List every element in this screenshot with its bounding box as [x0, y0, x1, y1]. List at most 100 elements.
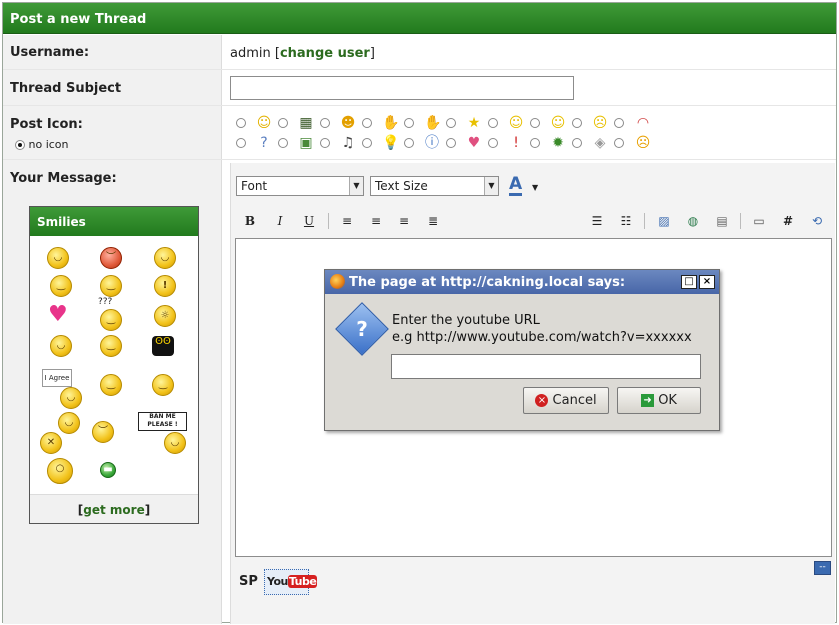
- insert-image-icon[interactable]: ▨: [655, 212, 673, 230]
- ordered-list-icon[interactable]: ☰: [588, 212, 606, 230]
- heart-icon[interactable]: ♥: [466, 135, 482, 151]
- paper-smiley-icon[interactable]: ︶: [92, 421, 114, 443]
- ok-button[interactable]: ➜ OK: [617, 387, 701, 414]
- post-icon-radio[interactable]: [236, 118, 246, 128]
- sad-icon[interactable]: ☹: [592, 115, 608, 131]
- exclamation-icon[interactable]: !: [508, 135, 524, 151]
- happy-smiley-icon[interactable]: ◡: [50, 335, 72, 357]
- tongue-smiley-icon[interactable]: ☻: [340, 115, 356, 131]
- writing-smiley-icon[interactable]: ‿: [152, 374, 174, 396]
- post-icon-radio[interactable]: [572, 138, 582, 148]
- angry-smiley-icon[interactable]: ︶: [100, 247, 122, 269]
- heart-smiley-icon[interactable]: ♥: [48, 302, 68, 327]
- question-icon[interactable]: ?: [256, 135, 272, 151]
- thumbs-down-icon[interactable]: ✋: [424, 115, 441, 131]
- text-color-icon[interactable]: A: [509, 176, 523, 196]
- post-icon-radio[interactable]: [614, 138, 624, 148]
- justify-icon[interactable]: ≣: [424, 212, 442, 230]
- get-more-footer: [get more]: [30, 494, 198, 523]
- angel-smiley-icon[interactable]: ◡: [47, 247, 69, 269]
- cool-smiley-icon[interactable]: ‿: [100, 275, 122, 297]
- youtube-logo-tube: Tube: [287, 575, 318, 588]
- close-button[interactable]: ×: [699, 275, 715, 289]
- hammer-smiley-icon[interactable]: ◡: [58, 412, 80, 434]
- picture-icon[interactable]: ▣: [298, 135, 314, 151]
- unordered-list-icon[interactable]: ☷: [617, 212, 635, 230]
- code-hash-button[interactable]: #: [779, 212, 797, 230]
- post-icon-radio[interactable]: [320, 138, 330, 148]
- surprised-icon[interactable]: ☺: [550, 115, 566, 131]
- thumbs-up-icon[interactable]: ✋: [382, 115, 399, 131]
- rainbow-icon[interactable]: ◠: [635, 115, 651, 131]
- box-icon[interactable]: ◈: [592, 135, 608, 151]
- post-icon-radio[interactable]: [446, 118, 456, 128]
- maximize-button[interactable]: □: [681, 275, 697, 289]
- post-icon-radio[interactable]: [404, 118, 414, 128]
- align-left-icon[interactable]: ≡: [338, 212, 356, 230]
- no-icon-radio[interactable]: [15, 140, 25, 150]
- post-icon-radio[interactable]: [362, 118, 372, 128]
- ban-smiley-icon[interactable]: ◡: [164, 432, 186, 454]
- post-icon-radio[interactable]: [278, 118, 288, 128]
- film-icon[interactable]: ▦: [298, 115, 314, 131]
- no-icon-option[interactable]: no icon: [15, 138, 69, 151]
- smile-smiley-icon[interactable]: ◡: [154, 247, 176, 269]
- green-grin-smiley-icon[interactable]: ▬: [100, 462, 116, 478]
- question-text: ???: [98, 297, 113, 307]
- change-user-link[interactable]: change user: [280, 46, 370, 61]
- star-icon[interactable]: ★: [466, 115, 482, 131]
- post-icon-radio[interactable]: [278, 138, 288, 148]
- youtube-button[interactable]: YouTube: [264, 569, 318, 595]
- username-value-group: admin [change user]: [230, 46, 375, 61]
- youtube-logo-text: You: [267, 575, 288, 588]
- agree-smiley-icon[interactable]: ◡: [60, 387, 82, 409]
- exclamation-smiley-icon[interactable]: !: [154, 275, 176, 297]
- italic-button[interactable]: I: [271, 212, 289, 230]
- post-icon-radio[interactable]: [572, 118, 582, 128]
- post-icon-radio[interactable]: [320, 118, 330, 128]
- post-icon-radio[interactable]: [488, 118, 498, 128]
- bug-icon[interactable]: ✹: [550, 135, 566, 151]
- shocked-smiley-icon[interactable]: ○: [47, 458, 73, 484]
- cancel-button[interactable]: × Cancel: [523, 387, 609, 414]
- smile-icon[interactable]: ☺: [256, 115, 272, 131]
- post-icon-radio[interactable]: [488, 138, 498, 148]
- post-icon-radio[interactable]: [404, 138, 414, 148]
- subject-input[interactable]: [230, 76, 574, 100]
- eyeroll-smiley-icon[interactable]: ‿: [50, 275, 72, 297]
- align-right-icon[interactable]: ≡: [395, 212, 413, 230]
- i-agree-sign[interactable]: I Agree: [42, 369, 72, 387]
- grin-icon[interactable]: ☺: [508, 115, 524, 131]
- insert-email-icon[interactable]: ▤: [713, 212, 731, 230]
- lightbulb-icon[interactable]: 💡: [382, 135, 399, 151]
- bonk-smiley-icon[interactable]: ✕: [40, 432, 62, 454]
- get-more-link[interactable]: get more: [83, 503, 144, 517]
- sp-button[interactable]: SP: [239, 574, 258, 589]
- youtube-url-input[interactable]: [391, 354, 701, 379]
- reading-smiley-icon[interactable]: ‿: [100, 374, 122, 396]
- post-icon-radio[interactable]: [614, 118, 624, 128]
- post-icon-radio[interactable]: [362, 138, 372, 148]
- post-icon-radio[interactable]: [446, 138, 456, 148]
- collapse-editor-button[interactable]: --: [814, 561, 831, 575]
- underline-button[interactable]: U: [300, 212, 318, 230]
- font-select[interactable]: Font ▼: [236, 176, 364, 196]
- info-icon[interactable]: ⓘ: [424, 135, 440, 151]
- unsure-smiley-icon[interactable]: ‿: [100, 335, 122, 357]
- insert-link-icon[interactable]: ◍: [684, 212, 702, 230]
- batman-smiley-icon[interactable]: ʘʘ: [152, 336, 174, 356]
- chevron-down-icon[interactable]: ▼: [532, 183, 538, 192]
- align-center-icon[interactable]: ≡: [367, 212, 385, 230]
- music-note-icon[interactable]: ♫: [340, 135, 356, 151]
- confused-smiley-icon[interactable]: ‿: [100, 309, 122, 331]
- ban-me-sign[interactable]: BAN ME PLEASE !: [138, 412, 187, 431]
- post-icon-radio[interactable]: [236, 138, 246, 148]
- bold-button[interactable]: B: [241, 212, 259, 230]
- post-icon-radio[interactable]: [530, 138, 540, 148]
- source-toggle-icon[interactable]: ⟲: [808, 212, 826, 230]
- quote-icon[interactable]: ▭: [750, 212, 768, 230]
- text-size-select[interactable]: Text Size ▼: [370, 176, 499, 196]
- post-icon-radio[interactable]: [530, 118, 540, 128]
- idea-smiley-icon[interactable]: ☼: [154, 305, 176, 327]
- angry-icon[interactable]: ☹: [635, 135, 651, 151]
